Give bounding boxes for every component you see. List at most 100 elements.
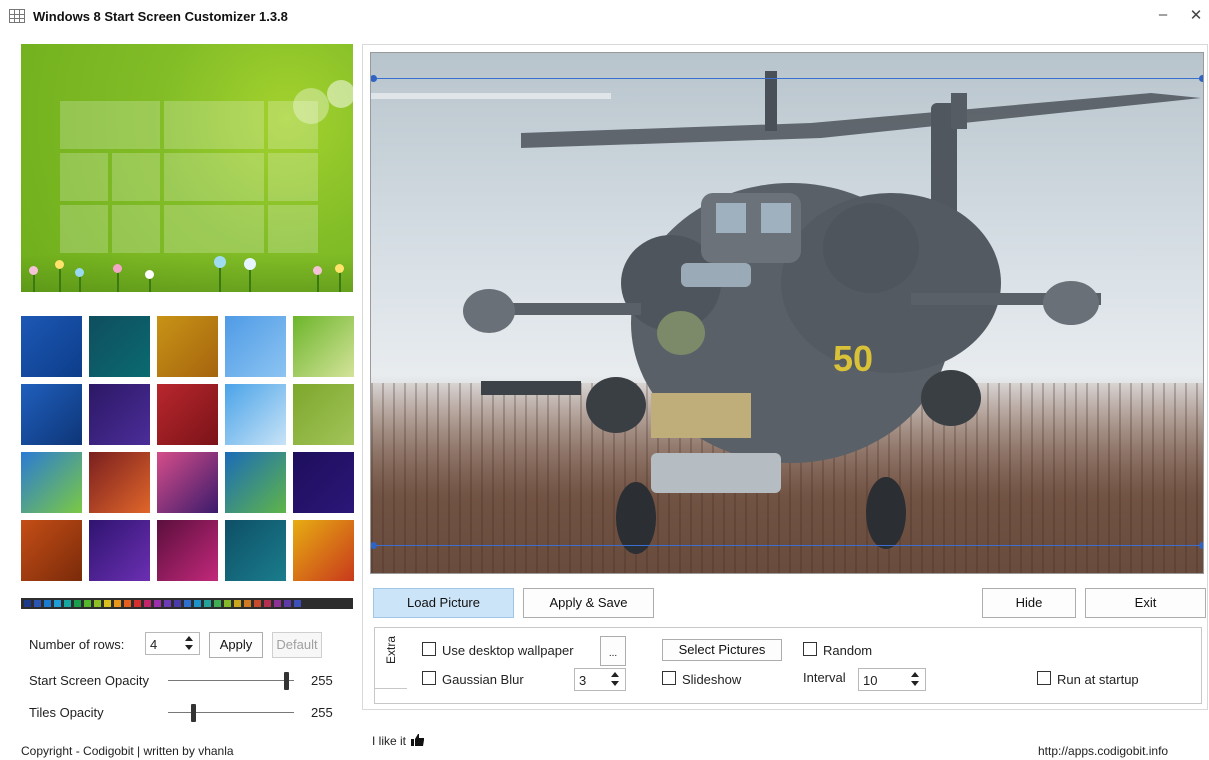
wallpaper-image[interactable]: 50 [370,52,1204,574]
selection-handle[interactable] [371,75,377,82]
exit-button[interactable]: Exit [1085,588,1206,618]
color-swatch[interactable] [294,600,301,607]
thumbs-up-icon [411,734,425,746]
color-swatch[interactable] [164,600,171,607]
hide-button[interactable]: Hide [982,588,1076,618]
run-at-startup-label[interactable]: Run at startup [1057,672,1139,687]
tab-extra[interactable]: Extra [374,627,407,689]
color-swatch[interactable] [184,600,191,607]
color-swatch[interactable] [54,600,61,607]
title-bar: Windows 8 Start Screen Customizer 1.3.8 … [0,0,1209,34]
wallpaper-thumbnail[interactable] [21,520,82,581]
rows-value: 4 [150,637,158,652]
preview-tile [164,205,264,253]
wallpaper-thumbnail[interactable] [157,384,218,445]
load-picture-button[interactable]: Load Picture [373,588,514,618]
apply-rows-button[interactable]: Apply [209,632,263,658]
color-swatch[interactable] [94,600,101,607]
color-swatch[interactable] [194,600,201,607]
apply-save-button[interactable]: Apply & Save [523,588,654,618]
use-desktop-wallpaper-label[interactable]: Use desktop wallpaper [442,643,574,658]
color-swatch[interactable] [254,600,261,607]
color-swatch[interactable] [24,600,31,607]
selection-handle[interactable] [1199,542,1203,549]
wallpaper-thumbnail[interactable] [89,384,150,445]
color-swatch[interactable] [274,600,281,607]
color-swatch[interactable] [74,600,81,607]
color-swatch[interactable] [104,600,111,607]
color-swatch[interactable] [244,600,251,607]
wallpaper-thumbnail[interactable] [293,316,354,377]
interval-value: 10 [863,673,878,688]
wallpaper-thumbnail[interactable] [225,384,286,445]
spinner-arrows-icon[interactable] [609,671,621,688]
wallpaper-thumbnail[interactable] [89,452,150,513]
color-swatch[interactable] [134,600,141,607]
wallpaper-thumbnail[interactable] [225,520,286,581]
website-link[interactable]: http://apps.codigobit.info [1038,744,1168,758]
random-label[interactable]: Random [823,643,872,658]
color-swatch[interactable] [44,600,51,607]
wallpaper-thumbnail[interactable] [21,452,82,513]
slider-thumb[interactable] [191,704,197,722]
color-swatch[interactable] [64,600,71,607]
gaussian-blur-label[interactable]: Gaussian Blur [442,672,524,687]
wallpaper-thumbnail[interactable] [157,316,218,377]
color-swatch[interactable] [144,600,151,607]
browse-wallpaper-button[interactable]: ... [600,636,626,666]
rows-spinner[interactable]: 4 [145,632,200,655]
wallpaper-thumbnail[interactable] [293,384,354,445]
wallpaper-thumbnail[interactable] [89,316,150,377]
preview-tile [60,153,108,201]
minimize-button[interactable]: – [1153,6,1173,26]
color-swatch[interactable] [214,600,221,607]
wallpaper-thumbnail[interactable] [225,316,286,377]
wallpaper-thumbnail[interactable] [157,520,218,581]
slideshow-label[interactable]: Slideshow [682,672,741,687]
select-pictures-button[interactable]: Select Pictures [662,639,782,661]
color-swatch[interactable] [124,600,131,607]
spinner-arrows-icon[interactable] [183,635,195,652]
color-swatch[interactable] [114,600,121,607]
selection-handle[interactable] [1199,75,1203,82]
like-link[interactable]: I like it [372,734,425,748]
color-swatch[interactable] [154,600,161,607]
slider-thumb[interactable] [284,672,289,690]
wallpaper-thumbnail[interactable] [21,316,82,377]
slideshow-checkbox[interactable] [662,671,676,685]
color-swatch[interactable] [284,600,291,607]
color-swatch[interactable] [34,600,41,607]
wallpaper-thumbnail[interactable] [21,384,82,445]
preview-tile [164,101,264,149]
blur-amount-value: 3 [579,673,587,688]
selection-handle[interactable] [371,542,377,549]
color-swatch[interactable] [204,600,211,607]
color-swatch[interactable] [84,600,91,607]
default-rows-button[interactable]: Default [272,632,322,658]
tab-extra-label: Extra [384,635,398,664]
color-swatch[interactable] [174,600,181,607]
run-at-startup-checkbox[interactable] [1037,671,1051,685]
like-link-label: I like it [372,734,407,748]
preview-tile [164,153,264,201]
gaussian-blur-checkbox[interactable] [422,671,436,685]
interval-label: Interval [803,670,846,685]
svg-text:50: 50 [833,338,873,379]
wallpaper-thumbnail[interactable] [293,520,354,581]
spinner-arrows-icon[interactable] [909,671,921,688]
tiles-opacity-slider[interactable] [168,703,294,723]
close-button[interactable]: ✕ [1186,6,1206,26]
wallpaper-thumbnail[interactable] [293,452,354,513]
wallpaper-thumbnail[interactable] [89,520,150,581]
wallpaper-thumbnail[interactable] [157,452,218,513]
color-swatch[interactable] [264,600,271,607]
blur-amount-spinner[interactable]: 3 [574,668,626,691]
tiles-opacity-label: Tiles Opacity [29,705,104,720]
random-checkbox[interactable] [803,642,817,656]
color-swatch[interactable] [224,600,231,607]
interval-spinner[interactable]: 10 [858,668,926,691]
wallpaper-thumbnail[interactable] [225,452,286,513]
use-desktop-wallpaper-checkbox[interactable] [422,642,436,656]
color-swatch[interactable] [234,600,241,607]
start-screen-opacity-slider[interactable] [168,671,294,691]
